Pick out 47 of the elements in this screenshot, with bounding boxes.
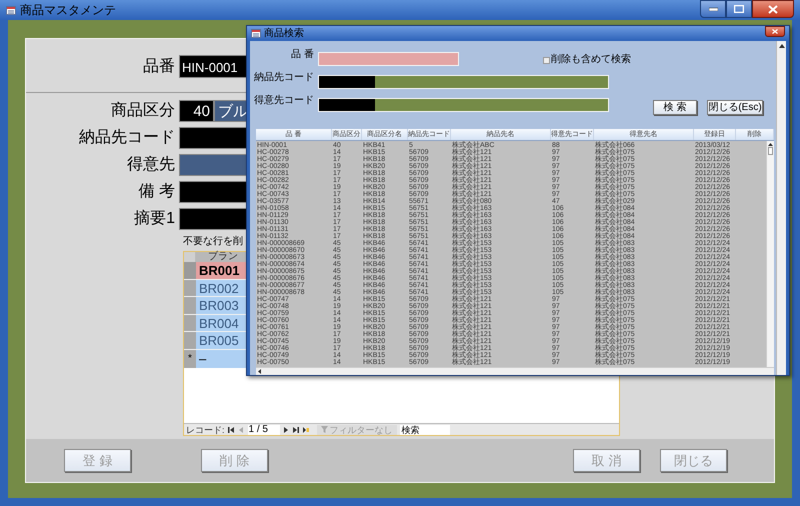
field-label: 納品先コード [78, 128, 176, 148]
code-field[interactable]: 40 [179, 100, 214, 122]
search-field[interactable]: 検索 [400, 424, 450, 434]
window-icon [251, 29, 261, 38]
close-icon [772, 29, 778, 34]
select-all-cell[interactable] [184, 252, 196, 262]
window-title: 商品マスタメンテ [20, 2, 116, 19]
input-field[interactable] [318, 52, 459, 66]
field-label: 備 考 [138, 182, 176, 202]
field-label: 摘要1 [133, 208, 176, 229]
last-record-button[interactable] [292, 426, 300, 434]
action-button[interactable]: 検 索 [653, 100, 697, 115]
close-button[interactable] [765, 26, 785, 37]
first-record-button[interactable] [228, 426, 235, 434]
next-record-button[interactable] [282, 426, 290, 434]
field-label: 品 番 [290, 48, 315, 61]
navigation-label: レコード: [186, 424, 225, 434]
left-arrow-icon [258, 369, 261, 374]
close-button[interactable] [752, 0, 794, 18]
up-arrow-icon [778, 44, 784, 48]
maximize-icon [734, 5, 744, 13]
minimize-icon [708, 7, 718, 11]
field-label: 納品先コード [253, 71, 315, 84]
maximize-button[interactable] [726, 0, 752, 18]
window-icon [6, 6, 16, 14]
close-icon [768, 4, 778, 14]
new-row-marker: * [184, 350, 196, 368]
checkbox[interactable] [543, 56, 550, 64]
scrollbar[interactable] [766, 141, 774, 367]
scrollbar[interactable] [256, 367, 774, 375]
field-label: 商品区分 [110, 100, 176, 121]
checkbox-label: 削除も含めて検索 [551, 54, 631, 66]
scroll-thumb[interactable] [768, 147, 773, 155]
field-label: 品番 [142, 56, 176, 76]
new-record-button[interactable] [302, 426, 310, 434]
minimize-button[interactable] [700, 0, 726, 18]
field-label: 得意先 [126, 154, 176, 175]
funnel-icon [320, 426, 328, 433]
action-button[interactable]: 閉じる(Esc) [707, 100, 763, 115]
field-label: 得意先コード [253, 94, 315, 107]
up-arrow-icon [768, 143, 773, 146]
scrollbar[interactable] [776, 41, 786, 375]
hint-text: 不要な行を削 [183, 235, 243, 248]
row-selector[interactable] [184, 280, 196, 296]
window-title: 商品検索 [264, 28, 304, 40]
record-number-field[interactable]: 1 / 5 [248, 424, 280, 434]
row-selector[interactable] [184, 314, 196, 331]
